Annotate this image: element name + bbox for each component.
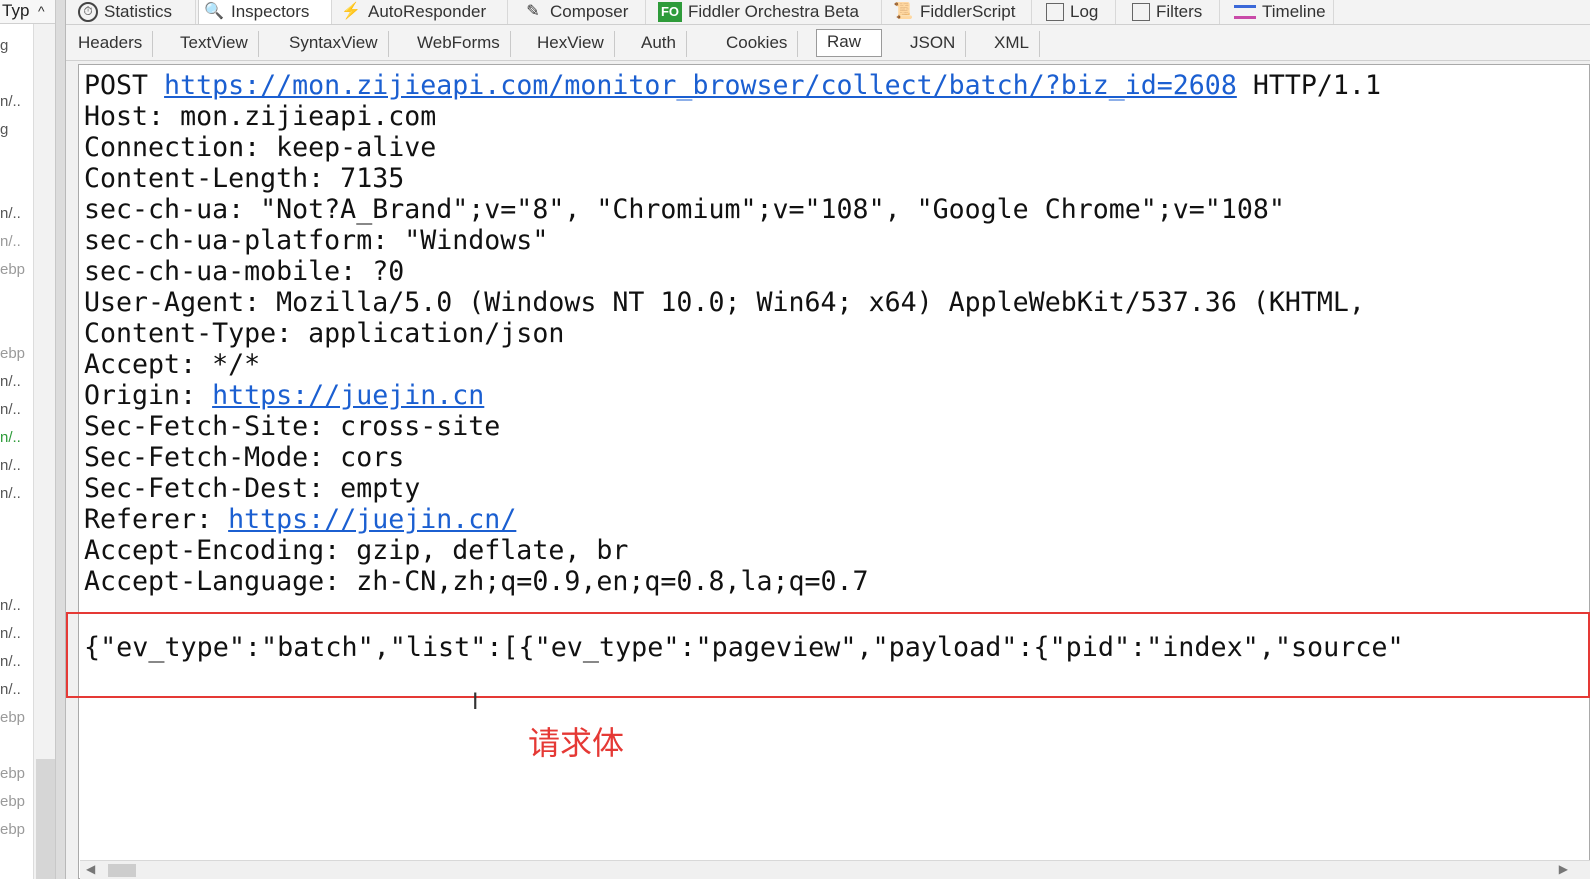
session-list-scrollbar[interactable] [33,24,55,879]
log-icon [1046,3,1064,21]
list-item[interactable]: n/.. [0,399,21,421]
tab-label: Statistics [104,2,173,21]
script-icon: 📜 [893,3,913,20]
tab-label: Timeline [1262,2,1326,21]
list-item[interactable]: g [0,119,8,141]
lightning-icon: ⚡ [341,3,361,20]
session-list-header[interactable]: Typ ^ [0,0,55,24]
text-cursor-icon: I [472,690,479,715]
header-connection: Connection: keep-alive [84,132,437,163]
tab-hexview[interactable]: HexView [527,31,615,57]
header-content-type: Content-Type: application/json [84,318,565,349]
header-accept-language: Accept-Language: zh-CN,zh;q=0.9,en;q=0.8… [84,566,869,597]
tab-label: Filters [1156,2,1203,21]
session-list[interactable]: Typ ^ g n/.. g n/.. n/.. ebp ebp n/.. n/… [0,0,56,879]
list-item[interactable]: n/.. [0,455,21,477]
header-referer: Referer: https://juejin.cn/ [84,504,516,535]
header-host: Host: mon.zijieapi.com [84,101,437,132]
referer-label: Referer: [84,504,229,535]
scroll-left-icon[interactable]: ◀ [86,862,95,876]
list-item[interactable]: n/.. [0,595,21,617]
magnifier-icon: 🔍 [204,3,224,20]
list-item[interactable]: n/.. [0,651,21,673]
header-sec-fetch-site: Sec-Fetch-Site: cross-site [84,411,501,442]
request-body: {"ev_type":"batch","list":[{"ev_type":"p… [84,632,1404,663]
tab-label: Inspectors [231,2,310,21]
tab-composer[interactable]: ✎ Composer [518,0,646,24]
horizontal-scrollbar[interactable]: ◀ ▶ [80,860,1590,879]
tab-cookies[interactable]: Cookies [716,31,799,57]
list-item[interactable]: ebp [0,791,25,813]
tab-autoresponder[interactable]: ⚡ AutoResponder [336,0,508,24]
tab-headers[interactable]: Headers [68,31,154,57]
header-user-agent: User-Agent: Mozilla/5.0 (Windows NT 10.0… [84,287,1381,318]
scrollbar-thumb[interactable] [36,759,55,879]
header-sec-ch-ua: sec-ch-ua: "Not?A_Brand";v="8", "Chromiu… [84,194,1285,225]
fiddler-window: Typ ^ g n/.. g n/.. n/.. ebp ebp n/.. n/… [0,0,1590,879]
tab-auth[interactable]: Auth [631,31,687,57]
tab-fiddlerscript[interactable]: 📜 FiddlerScript [888,0,1032,24]
tab-inspectors[interactable]: 🔍 Inspectors [198,0,332,24]
main-tab-bar: ⏱ Statistics 🔍 Inspectors ⚡ AutoResponde… [66,0,1590,25]
scrollbar-thumb[interactable] [108,864,136,877]
tab-filters[interactable]: Filters [1128,0,1220,24]
origin-label: Origin: [84,380,213,411]
tab-label: FiddlerScript [920,2,1016,21]
inspector-tab-bar: Headers TextView SyntaxView WebForms Hex… [66,25,1590,61]
annotation-label: 请求体 [528,724,625,762]
tab-raw[interactable]: Raw [816,29,882,57]
sort-caret-icon: ^ [38,3,45,19]
timeline-icon [1234,5,1256,19]
tab-fiddler-orchestra[interactable]: FO Fiddler Orchestra Beta [654,0,882,24]
raw-request-view[interactable]: POST https://mon.zijieapi.com/monitor_br… [78,64,1590,879]
tab-xml[interactable]: XML [984,31,1040,57]
header-sec-fetch-dest: Sec-Fetch-Dest: empty [84,473,421,504]
pencil-icon: ✎ [526,3,540,20]
request-method: POST [84,70,165,101]
list-item[interactable]: g [0,35,8,57]
header-sec-fetch-mode: Sec-Fetch-Mode: cors [84,442,405,473]
list-item[interactable]: n/.. [0,623,21,645]
request-url-link[interactable]: https://mon.zijieapi.com/monitor_browser… [164,70,1237,101]
origin-url-link[interactable]: https://juejin.cn [212,380,484,411]
stopwatch-icon: ⏱ [78,2,98,22]
header-origin: Origin: https://juejin.cn [84,380,484,411]
header-sec-ch-ua-platform: sec-ch-ua-platform: "Windows" [84,225,549,256]
tab-textview[interactable]: TextView [170,31,259,57]
tab-log[interactable]: Log [1042,0,1116,24]
tab-label: AutoResponder [368,2,487,21]
tab-label: Fiddler Orchestra Beta [688,2,860,21]
tab-syntaxview[interactable]: SyntaxView [279,31,389,57]
request-line: POST https://mon.zijieapi.com/monitor_br… [84,70,1381,101]
list-item[interactable]: n/.. [0,203,21,225]
referer-url-link[interactable]: https://juejin.cn/ [228,504,516,535]
scroll-right-icon[interactable]: ▶ [1559,862,1568,876]
tab-json[interactable]: JSON [900,31,967,57]
tab-statistics[interactable]: ⏱ Statistics [74,0,196,24]
request-version: HTTP/1.1 [1236,70,1381,101]
fo-icon: FO [658,2,682,22]
list-item[interactable]: ebp [0,763,25,785]
list-item[interactable]: n/.. [0,371,21,393]
tab-label: Composer [550,2,629,21]
list-item[interactable]: ebp [0,343,25,365]
header-sec-ch-ua-mobile: sec-ch-ua-mobile: ?0 [84,256,405,287]
list-item[interactable]: ebp [0,259,25,281]
type-column-header[interactable]: Typ [2,1,29,20]
tab-label: Log [1070,2,1099,21]
header-content-length: Content-Length: 7135 [84,163,405,194]
header-accept-encoding: Accept-Encoding: gzip, deflate, br [84,535,629,566]
checkbox-icon [1132,3,1150,21]
list-item[interactable]: ebp [0,707,25,729]
list-item[interactable]: n/.. [0,91,21,113]
list-item[interactable]: n/.. [0,427,21,449]
pane-splitter[interactable] [56,0,66,879]
header-accept: Accept: */* [84,349,261,380]
list-item[interactable]: ebp [0,819,25,841]
tab-timeline[interactable]: Timeline [1230,0,1334,24]
list-item[interactable]: n/.. [0,483,21,505]
list-item[interactable]: n/.. [0,679,21,701]
tab-webforms[interactable]: WebForms [407,31,511,57]
list-item[interactable]: n/.. [0,231,21,253]
